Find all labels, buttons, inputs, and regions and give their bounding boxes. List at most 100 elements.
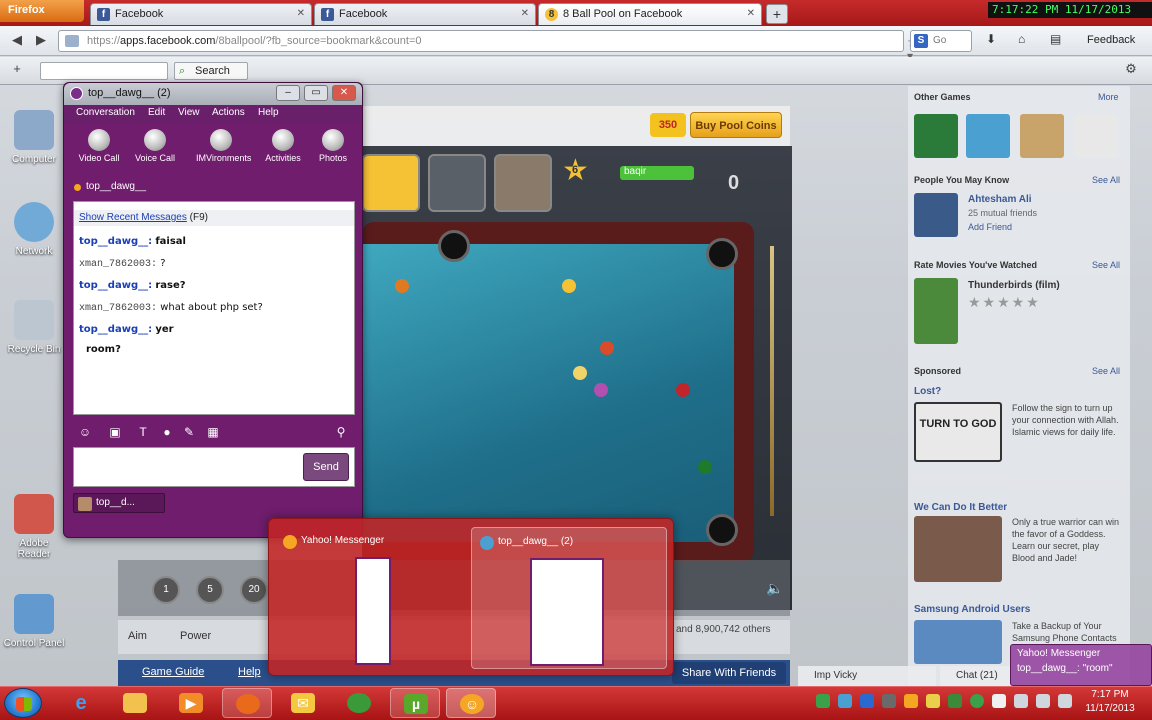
share-icon[interactable]: ▦: [205, 424, 221, 440]
tab-close-icon[interactable]: ✕: [747, 8, 755, 19]
rating-stars[interactable]: ★★★★★: [968, 294, 1041, 311]
game-thumbnail[interactable]: [1074, 114, 1118, 158]
aim-link[interactable]: Aim: [128, 630, 147, 642]
home-icon[interactable]: ⌂: [1018, 32, 1025, 46]
audible-icon[interactable]: ▣: [107, 424, 123, 440]
game-thumbnail[interactable]: [966, 114, 1010, 158]
new-tab-button[interactable]: +: [766, 4, 788, 24]
photos-button[interactable]: Photos: [308, 129, 358, 163]
text-format-icon[interactable]: T: [135, 424, 151, 440]
messenger-notification[interactable]: Yahoo! Messenger top__dawg__: "room": [1010, 644, 1152, 686]
feedback-button[interactable]: Feedback: [1087, 34, 1135, 46]
firefox-menu-button[interactable]: Firefox: [0, 0, 84, 22]
conversation-tab[interactable]: top__d...: [73, 493, 165, 513]
search-box[interactable]: S Go: [910, 30, 972, 52]
person-name[interactable]: Ahtesham Ali: [968, 194, 1032, 205]
imvironments-button[interactable]: IMVironments: [196, 129, 251, 163]
power-tray-icon[interactable]: [1058, 694, 1072, 708]
menu-help[interactable]: Help: [258, 107, 279, 118]
ad-image-samsung[interactable]: [914, 620, 1002, 664]
emoticon-icon[interactable]: ☺: [77, 424, 93, 440]
add-friend-link[interactable]: Add Friend: [968, 222, 1012, 232]
menu-actions[interactable]: Actions: [212, 107, 245, 118]
taskbar-firefox[interactable]: [222, 688, 272, 718]
show-recent-messages-link[interactable]: Show Recent Messages: [79, 212, 187, 223]
chat-contact-bar[interactable]: Imp Vicky: [798, 666, 936, 686]
ad-title[interactable]: We Can Do It Better: [914, 502, 1007, 513]
help-link[interactable]: Help: [238, 666, 261, 678]
tray-icon[interactable]: [926, 694, 940, 708]
network-tray-icon[interactable]: [1014, 694, 1028, 708]
download-icon[interactable]: ⬇: [986, 32, 996, 46]
tray-icon[interactable]: [838, 694, 852, 708]
more-games-link[interactable]: More: [1098, 92, 1119, 102]
volume-tray-icon[interactable]: [1036, 694, 1050, 708]
game-thumbnail[interactable]: [1020, 114, 1064, 158]
ad-image-warrior[interactable]: [914, 516, 1002, 582]
tray-icon[interactable]: [882, 694, 896, 708]
tab-close-icon[interactable]: ✕: [297, 8, 305, 19]
tab-close-icon[interactable]: ✕: [521, 8, 529, 19]
ad-title[interactable]: Lost?: [914, 386, 941, 397]
desktop-icon-network[interactable]: Network: [2, 202, 66, 257]
tools-icon[interactable]: ⚙: [1122, 61, 1140, 79]
taskbar-utorrent[interactable]: µ: [390, 688, 440, 718]
see-all-link[interactable]: See All: [1092, 366, 1120, 376]
taskbar-mail[interactable]: ✉: [278, 688, 328, 718]
toolbar-search-button[interactable]: ⌕ Search: [174, 62, 248, 80]
voice-call-button[interactable]: Voice Call: [130, 129, 180, 163]
bet-chip[interactable]: 1: [152, 576, 180, 604]
buy-pool-coins-button[interactable]: Buy Pool Coins: [690, 112, 782, 138]
preview-chat-window[interactable]: top__dawg__ (2): [471, 527, 667, 669]
bet-chip[interactable]: 5: [196, 576, 224, 604]
game-guide-link[interactable]: Game Guide: [142, 666, 204, 678]
volume-icon[interactable]: 🔈: [766, 580, 783, 597]
tab-facebook-1[interactable]: f Facebook ✕: [90, 3, 312, 25]
buzz-icon[interactable]: ●: [159, 424, 175, 440]
movie-title[interactable]: Thunderbirds (film): [968, 280, 1060, 291]
taskbar-chrome[interactable]: [334, 688, 384, 718]
video-call-button[interactable]: Video Call: [74, 129, 124, 163]
ad-image-turn-to-god[interactable]: TURN TO GOD: [914, 402, 1002, 462]
taskbar-yahoo-messenger[interactable]: ☺: [446, 688, 496, 718]
taskbar-media-player[interactable]: ▶: [166, 688, 216, 718]
bookmarks-menu-icon[interactable]: ▤: [1050, 32, 1061, 46]
share-with-friends-button[interactable]: Share With Friends: [672, 662, 786, 684]
add-icon[interactable]: +: [8, 61, 26, 79]
tray-icon[interactable]: [904, 694, 918, 708]
menu-edit[interactable]: Edit: [148, 107, 165, 118]
start-button[interactable]: [4, 688, 42, 718]
toolbar-search-input[interactable]: [40, 62, 168, 80]
forward-icon[interactable]: ▶: [32, 32, 50, 50]
bet-chip[interactable]: 20: [240, 576, 268, 604]
desktop-icon-adobe-reader[interactable]: Adobe Reader: [2, 494, 66, 560]
taskbar-explorer[interactable]: [110, 688, 160, 718]
cue-stick[interactable]: [770, 246, 774, 516]
tray-icon[interactable]: [970, 694, 984, 708]
taskbar-internet-explorer[interactable]: e: [56, 688, 106, 718]
desktop-icon-recycle-bin[interactable]: Recycle Bin: [2, 300, 66, 355]
contact-card-icon[interactable]: ⚲: [333, 424, 349, 440]
minimize-icon[interactable]: –: [276, 85, 300, 101]
preview-yahoo-messenger[interactable]: Yahoo! Messenger: [275, 527, 465, 669]
desktop-icon-computer[interactable]: Computer: [2, 110, 66, 165]
send-button[interactable]: Send: [303, 453, 349, 481]
close-icon[interactable]: ✕: [332, 85, 356, 101]
url-bar[interactable]: https://apps.facebook.com/8ballpool/?fb_…: [58, 30, 918, 77]
chat-sidebar-button[interactable]: Chat (21): [940, 666, 1010, 686]
taskbar-clock[interactable]: 7:17 PM 11/17/2013: [1080, 688, 1140, 716]
see-all-link[interactable]: See All: [1092, 260, 1120, 270]
desktop-icon-control-panel[interactable]: Control Panel: [2, 594, 66, 649]
back-icon[interactable]: ◀: [8, 32, 26, 50]
chat-titlebar[interactable]: top__dawg__ (2) – ▭ ✕: [64, 83, 362, 105]
tray-icon[interactable]: [860, 694, 874, 708]
attach-icon[interactable]: ✎: [181, 424, 197, 440]
menu-view[interactable]: View: [178, 107, 200, 118]
maximize-icon[interactable]: ▭: [304, 85, 328, 101]
game-thumbnail[interactable]: [914, 114, 958, 158]
activities-button[interactable]: Activities: [258, 129, 308, 163]
menu-conversation[interactable]: Conversation: [76, 107, 135, 118]
balls-shop-icon[interactable]: [428, 154, 486, 212]
see-all-link[interactable]: See All: [1092, 175, 1120, 185]
flag-icon[interactable]: [992, 694, 1006, 708]
